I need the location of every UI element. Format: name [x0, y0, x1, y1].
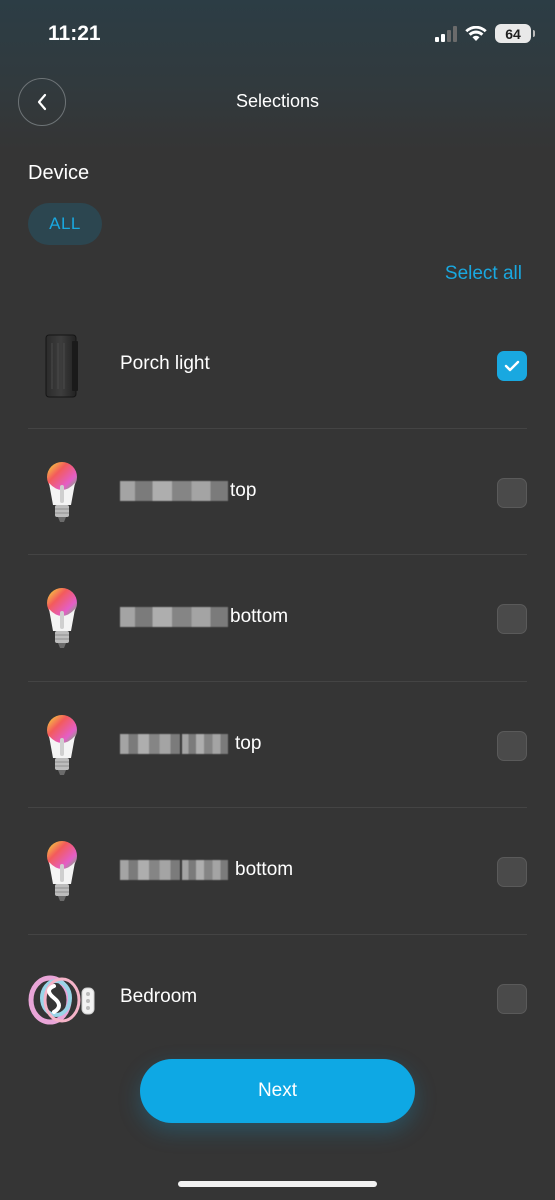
- device-name: bottom: [120, 859, 293, 881]
- checkmark-icon: [504, 360, 520, 372]
- wall-panel-device-icon: [28, 332, 96, 400]
- redacted-text: [120, 733, 180, 754]
- device-name: bottom: [120, 606, 288, 628]
- redacted-text: [120, 607, 228, 627]
- rgb-bulb-icon: [28, 838, 96, 906]
- device-name: top: [120, 480, 256, 502]
- device-checkbox[interactable]: [497, 730, 527, 761]
- device-checkbox[interactable]: [497, 477, 527, 508]
- device-row[interactable]: bottom: [28, 555, 527, 682]
- device-row[interactable]: top: [28, 429, 527, 555]
- device-row[interactable]: Porch light: [28, 302, 527, 429]
- redacted-text: [120, 480, 228, 501]
- rgb-bulb-icon: [28, 585, 96, 653]
- next-button[interactable]: Next: [140, 1059, 415, 1123]
- device-list: Porch light top bottom top bottom Bedroo…: [28, 302, 527, 1061]
- filter-chip-all[interactable]: ALL: [28, 203, 102, 245]
- redacted-text: [182, 733, 228, 754]
- navigation-bar: Selections: [0, 75, 555, 129]
- select-all-link[interactable]: Select all: [445, 263, 522, 285]
- device-row[interactable]: Bedroom: [28, 935, 527, 1062]
- status-icons: 64: [435, 24, 535, 43]
- wifi-icon: [465, 25, 487, 41]
- device-name: top: [120, 733, 261, 755]
- device-row[interactable]: bottom: [28, 808, 527, 935]
- device-name: Porch light: [120, 353, 210, 374]
- status-time: 11:21: [48, 22, 101, 45]
- device-name: Bedroom: [120, 985, 198, 1007]
- device-row[interactable]: top: [28, 682, 527, 808]
- device-checkbox[interactable]: [497, 604, 527, 634]
- status-bar: 11:21 64: [0, 0, 555, 70]
- device-checkbox[interactable]: [497, 983, 527, 1014]
- rgb-bulb-icon: [28, 459, 96, 527]
- redacted-text: [120, 860, 180, 880]
- rgb-bulb-icon: [28, 712, 96, 780]
- device-checkbox[interactable]: [497, 857, 527, 887]
- section-label-device: Device: [28, 162, 90, 184]
- page-title: Selections: [235, 91, 320, 111]
- home-indicator: [178, 1181, 377, 1187]
- redacted-text: [182, 860, 228, 880]
- led-strip-icon: [28, 965, 96, 1033]
- device-checkbox[interactable]: [497, 351, 527, 381]
- cellular-signal-icon: [435, 25, 457, 42]
- battery-icon: 64: [495, 24, 535, 43]
